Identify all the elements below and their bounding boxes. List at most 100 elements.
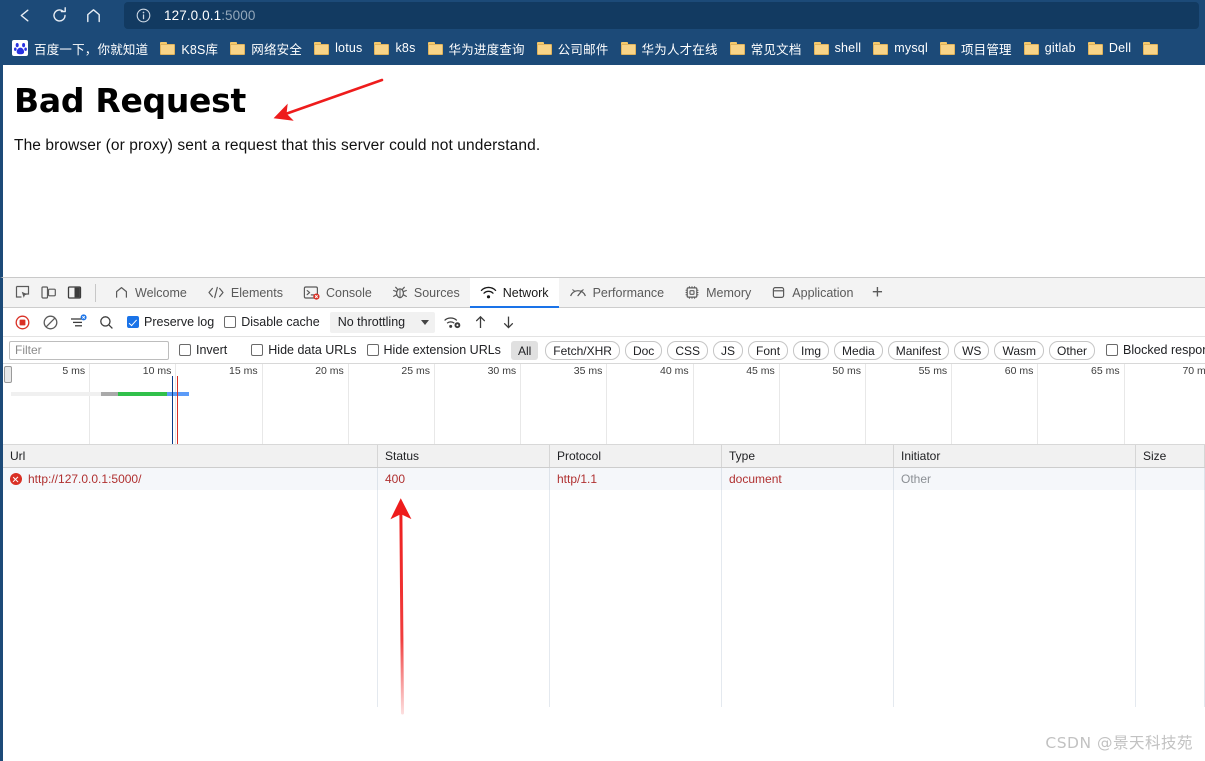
bookmark-item[interactable]: mysql — [867, 36, 934, 60]
tab-performance[interactable]: Performance — [559, 278, 675, 308]
filter-input[interactable] — [9, 340, 169, 360]
invert-label: Invert — [196, 343, 228, 357]
filter-type-fetch-xhr[interactable]: Fetch/XHR — [545, 340, 620, 360]
overview-tick-line — [692, 364, 694, 444]
import-arrow-up-icon[interactable] — [467, 310, 493, 334]
filter-type-other[interactable]: Other — [1049, 340, 1096, 360]
bookmark-item[interactable]: 百度一下，你就知道 — [6, 36, 154, 60]
bookmark-item[interactable]: Dell — [1082, 36, 1137, 60]
column-header-protocol[interactable]: Protocol — [550, 445, 722, 467]
info-circle-icon[interactable] — [134, 7, 152, 25]
bookmark-item[interactable]: 常见文档 — [724, 36, 808, 60]
filter-type-doc[interactable]: Doc — [624, 340, 663, 360]
bookmark-label: 百度一下，你就知道 — [34, 42, 149, 57]
blocked-response-cookies-checkbox[interactable]: Blocked response cookies — [1106, 343, 1205, 357]
bookmark-item[interactable]: k8s — [368, 36, 421, 60]
bookmark-item[interactable]: 网络安全 — [224, 36, 308, 60]
overview-tick-line — [1037, 364, 1039, 444]
network-conditions-icon[interactable] — [439, 310, 465, 334]
invert-checkbox[interactable]: Invert — [179, 343, 227, 357]
dom-content-loaded-line — [172, 376, 173, 444]
disable-cache-box — [224, 316, 237, 328]
overview-selection-handle[interactable] — [4, 366, 12, 383]
folder-icon — [813, 41, 829, 55]
column-header-url[interactable]: Url — [3, 445, 378, 467]
filter-icon[interactable] — [65, 310, 91, 334]
bookmark-item[interactable]: 公司邮件 — [531, 36, 615, 60]
address-bar[interactable]: 127.0.0.1:5000 — [124, 2, 1199, 29]
network-overview-timeline[interactable]: 5 ms 10 ms 15 ms 20 ms 25 ms 30 ms 35 ms 40 ms 4… — [3, 364, 1205, 445]
filter-type-font[interactable]: Font — [748, 340, 789, 360]
memory-chip-icon — [684, 285, 700, 300]
watermark: CSDN @景天科技苑 — [1045, 734, 1193, 752]
bookmark-item[interactable]: 华为人才在线 — [615, 36, 724, 60]
dock-side-icon[interactable] — [61, 281, 87, 305]
tab-welcome[interactable]: Welcome — [104, 278, 197, 308]
bookmark-item[interactable]: lotus — [308, 36, 368, 60]
reload-button[interactable] — [42, 2, 76, 30]
bookmark-item[interactable]: 华为进度查询 — [422, 36, 531, 60]
filter-type-manifest[interactable]: Manifest — [887, 340, 950, 360]
device-toolbar-icon[interactable] — [35, 281, 61, 305]
bookmark-item[interactable]: 项目管理 — [934, 36, 1018, 60]
throttling-select[interactable]: No throttling — [329, 311, 436, 333]
hide-data-urls-label: Hide data URLs — [268, 343, 357, 357]
waterfall-segment-content-download — [167, 392, 189, 396]
hide-data-urls-checkbox[interactable]: Hide data URLs — [251, 343, 357, 357]
filter-type-css[interactable]: CSS — [667, 340, 708, 360]
overview-tick-line — [951, 364, 953, 444]
filter-type-wasm[interactable]: Wasm — [994, 340, 1044, 360]
filter-type-ws[interactable]: WS — [954, 340, 990, 360]
bookmark-item[interactable] — [1137, 36, 1170, 60]
overview-tick-label: 10 ms — [142, 365, 172, 377]
home-button[interactable] — [76, 2, 110, 30]
table-column-divider — [378, 489, 550, 707]
search-icon[interactable] — [93, 310, 119, 334]
tab-sources[interactable]: Sources — [382, 278, 470, 308]
page-title: Bad Request — [14, 81, 246, 120]
tab-elements[interactable]: Elements — [197, 278, 293, 308]
bookmark-item[interactable]: gitlab — [1018, 36, 1082, 60]
throttling-value: No throttling — [337, 315, 406, 329]
folder-icon — [873, 41, 889, 55]
tab-application[interactable]: Application — [761, 278, 863, 308]
overview-tick-label: 30 ms — [487, 365, 517, 377]
disable-cache-label: Disable cache — [241, 315, 320, 329]
folder-icon — [160, 41, 176, 55]
network-wifi-icon — [480, 285, 497, 300]
add-panel-button[interactable]: + — [863, 279, 891, 307]
preserve-log-checkbox[interactable]: Preserve log — [127, 315, 214, 329]
bookmark-item[interactable]: K8S库 — [154, 36, 224, 60]
network-filter-bar: Invert Hide data URLs Hide extension URL… — [3, 337, 1205, 364]
filter-type-js[interactable]: JS — [713, 340, 744, 360]
error-circle-icon — [10, 473, 22, 485]
browser-nav-row: 127.0.0.1:5000 — [0, 0, 1205, 31]
folder-icon — [1023, 41, 1039, 55]
bookmark-label: gitlab — [1044, 41, 1076, 55]
export-arrow-down-icon[interactable] — [495, 310, 521, 334]
bookmarks-bar: 百度一下，你就知道 K8S库 网络安全 lotus k8s 华为进度查询 公司邮件 华为人才在… — [0, 31, 1205, 65]
column-header-size[interactable]: Size — [1136, 445, 1205, 467]
column-header-initiator[interactable]: Initiator — [894, 445, 1136, 467]
clear-circle-slash-icon[interactable] — [37, 310, 63, 334]
tab-network[interactable]: Network — [469, 278, 559, 308]
hide-extension-urls-checkbox[interactable]: Hide extension URLs — [366, 343, 501, 357]
bookmark-item[interactable]: shell — [808, 36, 868, 60]
tab-console[interactable]: Console — [293, 278, 382, 308]
filter-type-all[interactable]: All — [510, 340, 539, 360]
back-button[interactable] — [8, 2, 42, 30]
tab-memory[interactable]: Memory — [674, 278, 761, 308]
hide-extension-urls-label: Hide extension URLs — [383, 343, 501, 357]
arrow-left-icon — [16, 6, 35, 25]
tab-label: Performance — [592, 285, 665, 300]
bookmark-label: mysql — [894, 41, 928, 55]
filter-type-media[interactable]: Media — [834, 340, 883, 360]
table-row[interactable]: http://127.0.0.1:5000/400 http/1.1 documen… — [3, 468, 1205, 490]
column-header-status[interactable]: Status — [378, 445, 550, 467]
record-stop-icon[interactable] — [9, 310, 35, 334]
disable-cache-checkbox[interactable]: Disable cache — [224, 315, 320, 329]
overview-tick-label: 25 ms — [401, 365, 430, 377]
filter-type-img[interactable]: Img — [793, 340, 830, 360]
inspect-element-icon[interactable] — [9, 281, 35, 305]
column-header-type[interactable]: Type — [722, 445, 894, 467]
